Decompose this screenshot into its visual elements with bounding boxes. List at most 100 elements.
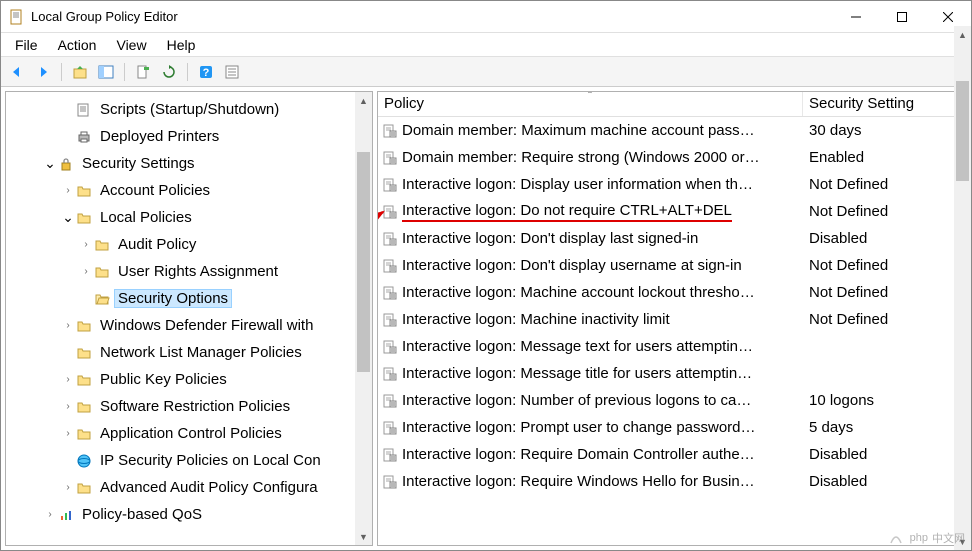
tree-item[interactable]: › Public Key Policies [6, 366, 372, 393]
policy-icon [382, 258, 398, 274]
tree-item[interactable]: ›Policy-based QoS [6, 501, 372, 528]
policy-icon [382, 447, 398, 463]
list-row[interactable]: Interactive logon: Require Domain Contro… [378, 441, 966, 468]
tree-item[interactable]: ›Software Restriction Policies [6, 393, 372, 420]
security-setting: Not Defined [803, 284, 966, 301]
policy-name: Interactive logon: Prompt user to change… [402, 419, 756, 436]
expand-icon[interactable]: › [60, 320, 76, 331]
tree-item-label: Security Options [114, 289, 232, 308]
policy-icon [382, 366, 398, 382]
tree-item[interactable]: ⌄Security Settings [6, 150, 372, 177]
security-setting: Disabled [803, 230, 966, 247]
menu-file[interactable]: File [5, 35, 48, 55]
forward-button[interactable] [31, 60, 55, 84]
list-row[interactable]: Interactive logon: Display user informat… [378, 171, 966, 198]
list-row[interactable]: Interactive logon: Don't display last si… [378, 225, 966, 252]
expand-icon[interactable]: › [60, 401, 76, 412]
script-icon [76, 102, 92, 118]
export-button[interactable] [131, 60, 155, 84]
collapse-icon[interactable]: ⌄ [60, 209, 76, 226]
list-row[interactable]: Domain member: Maximum machine account p… [378, 117, 966, 144]
qos-icon [58, 507, 74, 523]
minimize-button[interactable] [833, 1, 879, 33]
folder-icon [76, 399, 92, 415]
column-header-policy[interactable]: Policy ⌃ [378, 92, 803, 116]
list-row[interactable]: Interactive logon: Machine inactivity li… [378, 306, 966, 333]
expand-icon[interactable]: › [60, 428, 76, 439]
policy-icon [382, 420, 398, 436]
folder-icon [76, 480, 92, 496]
tree-item-label: Public Key Policies [96, 370, 231, 389]
tree-item[interactable]: ›Windows Defender Firewall with [6, 312, 372, 339]
tree-view[interactable]: Scripts (Startup/Shutdown) Deployed Print… [6, 92, 372, 545]
list-row[interactable]: Interactive logon: Message text for user… [378, 333, 966, 360]
tree-scrollbar[interactable]: ▲ ▼ [355, 92, 372, 545]
scroll-up-icon[interactable]: ▲ [355, 92, 372, 109]
tree-item[interactable]: ›Application Control Policies [6, 420, 372, 447]
collapse-icon[interactable]: ⌄ [42, 155, 58, 172]
folder-icon [76, 318, 92, 334]
tree-item[interactable]: › Advanced Audit Policy Configura [6, 474, 372, 501]
folder-icon [76, 183, 92, 199]
tree-item[interactable]: Deployed Printers [6, 123, 372, 150]
tree-pane: Scripts (Startup/Shutdown) Deployed Print… [5, 91, 373, 546]
expand-icon[interactable]: › [78, 266, 94, 277]
tree-item[interactable]: Network List Manager Policies [6, 339, 372, 366]
list-row[interactable]: Interactive logon: Require Windows Hello… [378, 468, 966, 495]
tree-item[interactable]: ›User Rights Assignment [6, 258, 372, 285]
policy-icon [382, 339, 398, 355]
sort-indicator-icon: ⌃ [587, 91, 594, 99]
security-setting: Not Defined [803, 176, 966, 193]
properties-button[interactable] [220, 60, 244, 84]
separator [124, 63, 125, 81]
back-button[interactable] [5, 60, 29, 84]
tree-item-label: Network List Manager Policies [96, 343, 306, 362]
list-body[interactable]: Domain member: Maximum machine account p… [378, 117, 966, 545]
scroll-thumb[interactable] [956, 91, 967, 181]
list-row[interactable]: Interactive logon: Machine account locko… [378, 279, 966, 306]
list-pane: Policy ⌃ Security Setting Domain member:… [377, 91, 967, 546]
maximize-button[interactable] [879, 1, 925, 33]
list-row[interactable]: Interactive logon: Do not require CTRL+A… [378, 198, 966, 225]
tree-item[interactable]: ›Account Policies [6, 177, 372, 204]
expand-icon[interactable]: › [42, 509, 58, 520]
tree-item-label: Advanced Audit Policy Configura [96, 478, 322, 497]
column-header-setting[interactable]: Security Setting [803, 92, 966, 116]
help-button[interactable]: ? [194, 60, 218, 84]
up-button[interactable] [68, 60, 92, 84]
list-scrollbar[interactable]: ▲ ▼ [954, 91, 967, 546]
folder-icon [94, 237, 110, 253]
scroll-down-icon[interactable]: ▼ [355, 528, 372, 545]
security-setting: 30 days [803, 122, 966, 139]
window-title: Local Group Policy Editor [31, 9, 833, 24]
list-row[interactable]: Domain member: Require strong (Windows 2… [378, 144, 966, 171]
tree-item[interactable]: Scripts (Startup/Shutdown) [6, 96, 372, 123]
tree-item-label: Scripts (Startup/Shutdown) [96, 100, 283, 119]
watermark-text: 中文网 [932, 530, 965, 546]
scroll-thumb[interactable] [357, 152, 370, 372]
menu-action[interactable]: Action [48, 35, 107, 55]
menu-view[interactable]: View [106, 35, 156, 55]
refresh-button[interactable] [157, 60, 181, 84]
policy-icon [382, 123, 398, 139]
list-row[interactable]: Interactive logon: Message title for use… [378, 360, 966, 387]
tree-item[interactable]: IP Security Policies on Local Con [6, 447, 372, 474]
list-row[interactable]: Interactive logon: Don't display usernam… [378, 252, 966, 279]
security-setting: Not Defined [803, 257, 966, 274]
menu-help[interactable]: Help [157, 35, 206, 55]
policy-name: Interactive logon: Don't display last si… [402, 230, 698, 247]
folder-icon [76, 345, 92, 361]
app-icon [9, 9, 25, 25]
list-row[interactable]: Interactive logon: Prompt user to change… [378, 414, 966, 441]
expand-icon[interactable]: › [60, 482, 76, 493]
expand-icon[interactable]: › [60, 374, 76, 385]
expand-icon[interactable]: › [78, 239, 94, 250]
tree-item[interactable]: Security Options [6, 285, 372, 312]
expand-icon[interactable]: › [60, 185, 76, 196]
security-setting: Disabled [803, 446, 966, 463]
content-area: Scripts (Startup/Shutdown) Deployed Print… [1, 87, 971, 550]
show-hide-tree-button[interactable] [94, 60, 118, 84]
tree-item[interactable]: ⌄Local Policies [6, 204, 372, 231]
tree-item[interactable]: ›Audit Policy [6, 231, 372, 258]
list-row[interactable]: Interactive logon: Number of previous lo… [378, 387, 966, 414]
